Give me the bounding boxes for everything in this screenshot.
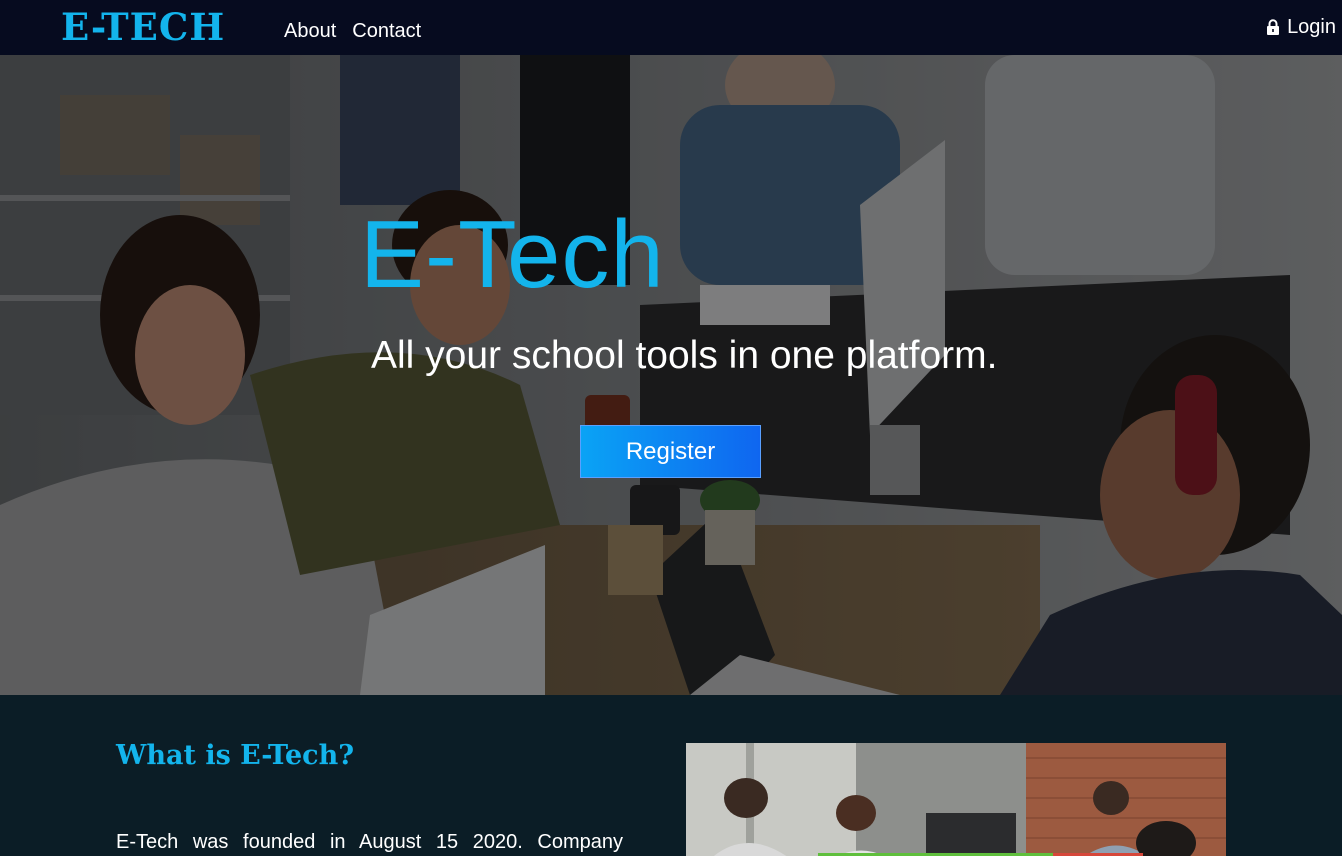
nav-link-contact[interactable]: Contact bbox=[352, 18, 421, 44]
about-text: E-Tech was founded in August 15 2020. Co… bbox=[116, 831, 623, 853]
lock-icon bbox=[1267, 18, 1280, 35]
about-photo bbox=[686, 743, 1226, 856]
hero-subtitle: All your school tools in one platform. bbox=[371, 334, 998, 377]
register-button[interactable]: Register bbox=[580, 425, 761, 478]
login-label: Login bbox=[1287, 16, 1336, 38]
about-heading: What is E-Tech? bbox=[116, 740, 355, 771]
top-navbar: E-TECH About Contact Login bbox=[0, 0, 1342, 55]
nav-links: About Contact bbox=[284, 18, 421, 44]
hero-title: E-Tech bbox=[360, 201, 665, 308]
nav-link-about[interactable]: About bbox=[284, 18, 336, 44]
about-section: What is E-Tech? E-Tech was founded in Au… bbox=[0, 695, 1342, 856]
login-link[interactable]: Login bbox=[1266, 14, 1336, 40]
brand-logo[interactable]: E-TECH bbox=[61, 4, 225, 50]
hero-section: E-Tech All your school tools in one plat… bbox=[0, 55, 1342, 695]
